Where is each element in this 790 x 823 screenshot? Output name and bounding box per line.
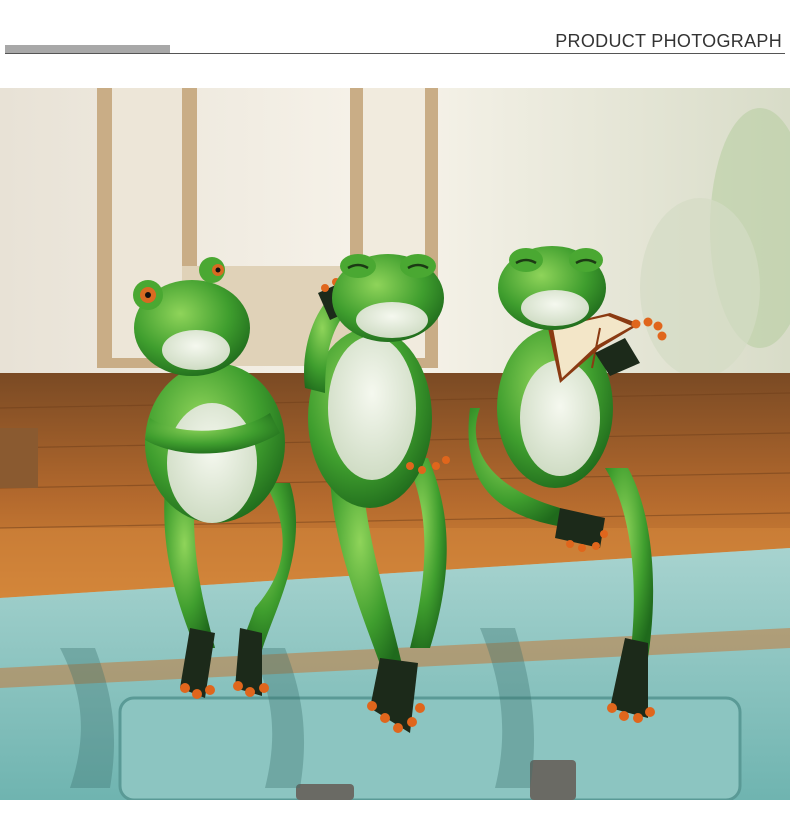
header-accent-bar (5, 45, 170, 53)
page-header: PRODUCT PHOTOGRAPH (0, 0, 790, 60)
header-divider (5, 53, 785, 54)
product-photo (0, 88, 790, 800)
section-title: PRODUCT PHOTOGRAPH (555, 31, 782, 51)
frog-figurines-illustration (0, 88, 790, 800)
